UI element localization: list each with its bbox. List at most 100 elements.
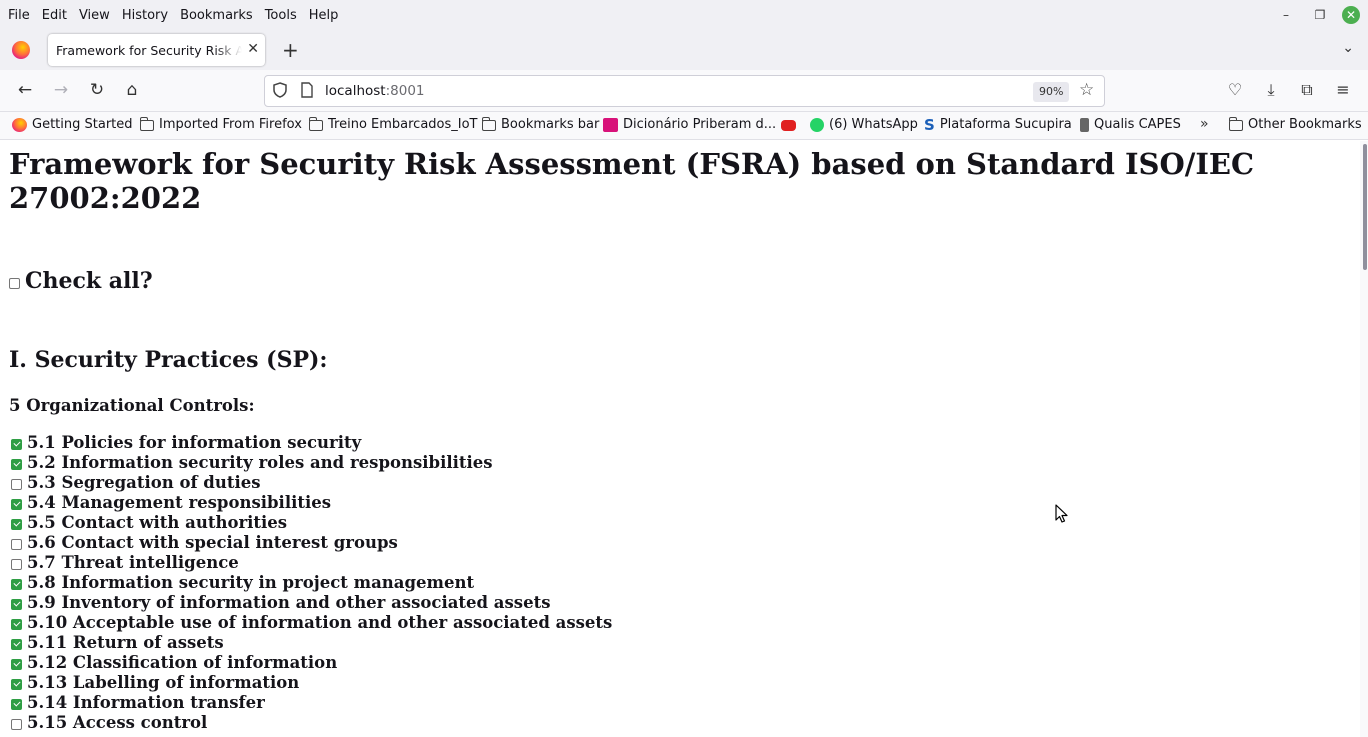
control-label: 5.3 Segregation of duties	[27, 472, 261, 492]
tracking-shield-icon[interactable]	[273, 82, 287, 98]
other-bookmarks-label: Other Bookmarks	[1248, 117, 1362, 132]
bookmark-label: Imported From Firefox	[159, 117, 302, 132]
control-checkbox[interactable]	[11, 438, 22, 450]
scrollbar-thumb[interactable]	[1363, 144, 1367, 270]
control-item[interactable]: 5.5 Contact with authorities	[11, 512, 612, 532]
control-item[interactable]: 5.1 Policies for information security	[11, 432, 612, 452]
new-tab-button[interactable]: +	[282, 38, 299, 62]
tab-close-icon[interactable]: ✕	[247, 41, 259, 57]
zoom-indicator[interactable]: 90%	[1033, 82, 1070, 102]
sucupira-icon: S	[924, 115, 935, 134]
list-all-tabs-button[interactable]: ⌄	[1342, 40, 1354, 56]
forward-button[interactable]: →	[50, 80, 72, 100]
bookmark-imported-from-firefox[interactable]: Imported From Firefox	[139, 117, 302, 132]
control-item[interactable]: 5.6 Contact with special interest groups	[11, 532, 612, 552]
control-item[interactable]: 5.8 Information security in project mana…	[11, 572, 612, 592]
control-item[interactable]: 5.14 Information transfer	[11, 692, 612, 712]
bookmark-label: Qualis CAPES	[1094, 117, 1181, 132]
control-checkbox[interactable]	[11, 558, 22, 570]
back-button[interactable]: ←	[14, 80, 36, 100]
bookmark-qualis-capes[interactable]: Qualis CAPES	[1080, 117, 1181, 132]
control-label: 5.15 Access control	[27, 712, 208, 732]
bookmark-getting-started[interactable]: Getting Started	[12, 117, 133, 132]
navigation-bar: ← → ↻ ⌂ localhost:8001 90% ☆ ♡ ⤓ ⧉ ≡	[0, 70, 1368, 112]
menu-file[interactable]: File	[4, 8, 34, 23]
minimize-button[interactable]: –	[1274, 4, 1298, 26]
control-checkbox[interactable]	[11, 598, 22, 610]
bookmark-whatsapp[interactable]: (6) WhatsApp	[810, 117, 918, 132]
control-checkbox[interactable]	[11, 478, 22, 490]
control-item[interactable]: 5.2 Information security roles and respo…	[11, 452, 612, 472]
control-checkbox[interactable]	[11, 698, 22, 710]
check-all-label: Check all?	[25, 268, 153, 294]
control-checkbox[interactable]	[11, 498, 22, 510]
home-button[interactable]: ⌂	[121, 80, 143, 100]
control-item[interactable]: 5.7 Threat intelligence	[11, 552, 612, 572]
whatsapp-icon	[810, 117, 824, 132]
close-window-button[interactable]: ✕	[1342, 6, 1360, 24]
bookmark-priberam[interactable]: Dicionário Priberam d...	[603, 117, 776, 132]
menu-help[interactable]: Help	[305, 8, 343, 23]
control-label: 5.10 Acceptable use of information and o…	[27, 612, 613, 632]
bookmark-sucupira[interactable]: S Plataforma Sucupira	[924, 117, 1072, 132]
menu-view[interactable]: View	[75, 8, 114, 23]
control-item[interactable]: 5.10 Acceptable use of information and o…	[11, 612, 612, 632]
control-item[interactable]: 5.13 Labelling of information	[11, 672, 612, 692]
tab-active[interactable]: Framework for Security Risk Assessment ✕	[48, 34, 265, 66]
menu-tools[interactable]: Tools	[261, 8, 301, 23]
bookmark-bookmarks-bar[interactable]: Bookmarks bar	[481, 117, 599, 132]
url-text[interactable]: localhost:8001	[325, 83, 425, 99]
control-checkbox[interactable]	[11, 638, 22, 650]
app-menu-icon[interactable]: ≡	[1332, 80, 1354, 99]
page-info-icon[interactable]	[301, 82, 313, 98]
check-all-checkbox[interactable]	[9, 277, 20, 289]
control-checkbox[interactable]	[11, 658, 22, 670]
bookmark-label: (6) WhatsApp	[829, 117, 918, 132]
window-controls: – ❐ ✕	[1274, 4, 1360, 26]
priberam-icon	[603, 117, 618, 132]
control-checkbox[interactable]	[11, 518, 22, 530]
check-all[interactable]: Check all?	[9, 268, 153, 294]
restore-button[interactable]: ❐	[1308, 4, 1332, 26]
menu-edit[interactable]: Edit	[38, 8, 71, 23]
control-checkbox[interactable]	[11, 538, 22, 550]
menu-bar: File Edit View History Bookmarks Tools H…	[0, 0, 1368, 30]
control-item[interactable]: 5.11 Return of assets	[11, 632, 612, 652]
group-title: 5 Organizational Controls:	[9, 396, 255, 415]
bookmark-treino-embarcados[interactable]: Treino Embarcados_IoT	[308, 117, 478, 132]
bookmarks-overflow-icon[interactable]: »	[1200, 116, 1209, 132]
downloads-icon[interactable]: ⤓	[1260, 80, 1282, 100]
control-item[interactable]: 5.12 Classification of information	[11, 652, 612, 672]
control-label: 5.11 Return of assets	[27, 632, 224, 652]
folder-icon	[1228, 117, 1243, 131]
url-port: :8001	[385, 83, 425, 99]
bookmark-label: Dicionário Priberam d...	[623, 117, 777, 132]
control-checkbox[interactable]	[11, 718, 22, 730]
other-bookmarks[interactable]: Other Bookmarks	[1228, 117, 1362, 132]
control-label: 5.13 Labelling of information	[27, 672, 300, 692]
bookmark-star-icon[interactable]: ☆	[1079, 80, 1094, 100]
control-checkbox[interactable]	[11, 678, 22, 690]
url-bar[interactable]: localhost:8001 90% ☆	[264, 75, 1105, 107]
controls-list: 5.1 Policies for information security 5.2…	[11, 432, 612, 732]
control-checkbox[interactable]	[11, 458, 22, 470]
control-checkbox[interactable]	[11, 578, 22, 590]
pocket-icon[interactable]: ♡	[1224, 80, 1246, 99]
control-item[interactable]: 5.9 Inventory of information and other a…	[11, 592, 612, 612]
folder-icon	[481, 117, 496, 131]
bookmarks-bar: Getting Started Imported From Firefox Tr…	[0, 112, 1368, 140]
control-item[interactable]: 5.3 Segregation of duties	[11, 472, 612, 492]
menu-bookmarks[interactable]: Bookmarks	[176, 8, 257, 23]
tab-title: Framework for Security Risk Assessment	[56, 42, 242, 58]
control-checkbox[interactable]	[11, 618, 22, 630]
page-scrollbar[interactable]	[1360, 141, 1368, 737]
bookmark-youtube[interactable]	[781, 120, 801, 131]
control-label: 5.7 Threat intelligence	[27, 552, 239, 572]
control-label: 5.6 Contact with special interest groups	[27, 532, 398, 552]
tab-strip: Framework for Security Risk Assessment ✕…	[0, 30, 1368, 70]
reload-button[interactable]: ↻	[86, 80, 108, 100]
control-item[interactable]: 5.15 Access control	[11, 712, 612, 732]
menu-history[interactable]: History	[118, 8, 172, 23]
control-item[interactable]: 5.4 Management responsibilities	[11, 492, 612, 512]
extensions-icon[interactable]: ⧉	[1296, 80, 1318, 100]
